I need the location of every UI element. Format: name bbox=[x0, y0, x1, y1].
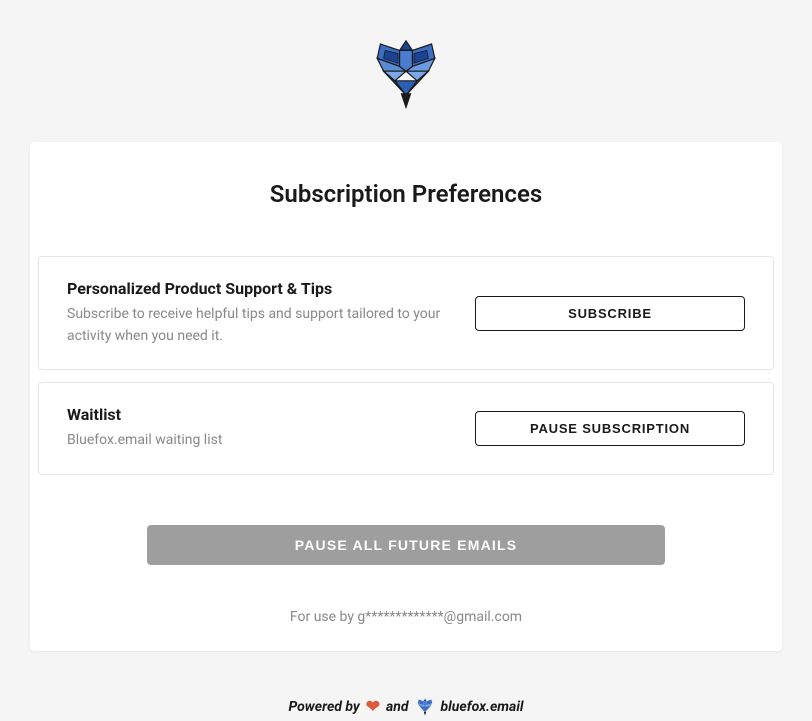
page-container: Subscription Preferences Personalized Pr… bbox=[0, 0, 812, 704]
brand-link[interactable]: bluefox.email bbox=[441, 699, 524, 715]
preference-title: Personalized Product Support & Tips bbox=[67, 279, 451, 298]
preference-item: Waitlist Bluefox.email waiting list PAUS… bbox=[38, 382, 774, 475]
pause-all-button[interactable]: PAUSE ALL FUTURE EMAILS bbox=[147, 525, 665, 565]
powered-by-prefix: Powered by bbox=[288, 699, 359, 715]
preference-description: Subscribe to receive helpful tips and su… bbox=[67, 304, 451, 347]
preference-item: Personalized Product Support & Tips Subs… bbox=[38, 256, 774, 370]
footer-note: For use by g*************@gmail.com bbox=[30, 609, 782, 625]
preference-text: Waitlist Bluefox.email waiting list bbox=[67, 405, 451, 452]
pause-subscription-button[interactable]: PAUSE SUBSCRIPTION bbox=[475, 411, 745, 446]
bluefox-mini-icon bbox=[415, 697, 435, 717]
preference-text: Personalized Product Support & Tips Subs… bbox=[67, 279, 451, 347]
bluefox-logo-icon bbox=[366, 36, 446, 112]
preferences-card: Subscription Preferences Personalized Pr… bbox=[30, 142, 782, 651]
powered-by: Powered by ❤ and bluefox.email bbox=[288, 697, 523, 717]
page-title: Subscription Preferences bbox=[30, 180, 782, 208]
heart-icon: ❤ bbox=[366, 697, 380, 717]
logo-container bbox=[366, 36, 446, 116]
powered-by-and: and bbox=[386, 699, 409, 715]
preference-title: Waitlist bbox=[67, 405, 451, 424]
pause-all-container: PAUSE ALL FUTURE EMAILS bbox=[30, 525, 782, 565]
preference-description: Bluefox.email waiting list bbox=[67, 430, 451, 452]
subscribe-button[interactable]: SUBSCRIBE bbox=[475, 296, 745, 331]
